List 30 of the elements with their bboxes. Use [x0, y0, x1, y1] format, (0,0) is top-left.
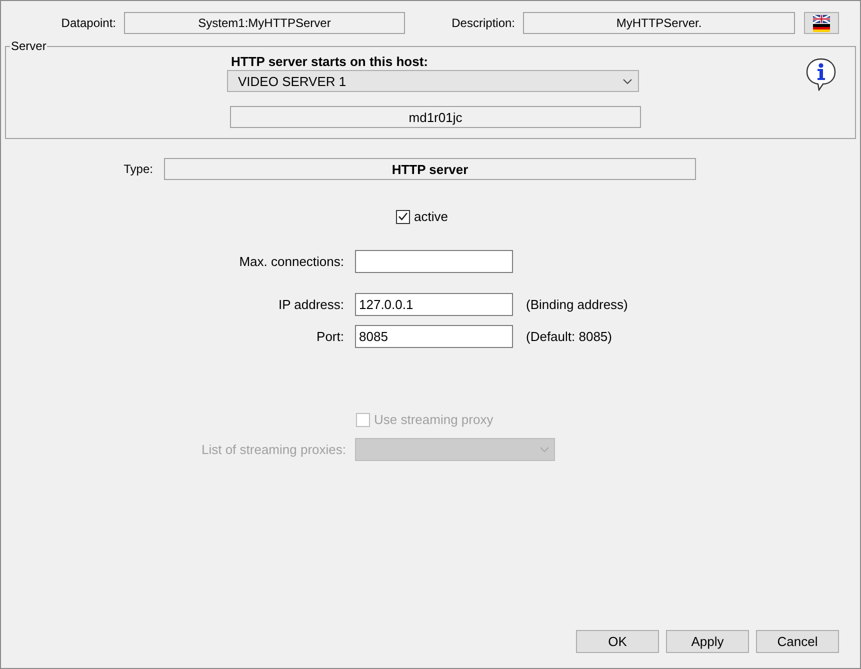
info-icon — [805, 57, 837, 91]
flags-icon — [813, 14, 830, 32]
field-label: Description: — [450, 16, 515, 30]
host-label: HTTP server starts on this host: — [230, 54, 429, 69]
field-label: Max. connections: — [238, 254, 344, 269]
checkbox-label: Use streaming proxy — [374, 412, 494, 427]
hint-text: (Default: 8085) — [526, 329, 612, 344]
field-label: Datapoint: — [60, 16, 116, 30]
language-button[interactable] — [804, 12, 839, 34]
hostname-field: md1r01jc — [230, 106, 641, 128]
input-field[interactable]: 127.0.0.1 — [355, 293, 513, 316]
host-dropdown[interactable]: VIDEO SERVER 1 — [227, 70, 639, 92]
caret-icon — [540, 447, 549, 452]
caret-icon — [623, 78, 632, 84]
description-field: MyHTTPServer. — [523, 12, 795, 34]
hint-text: (Binding address) — [526, 297, 628, 312]
checkbox[interactable] — [396, 210, 410, 224]
field-label: IP address: — [277, 297, 344, 312]
group-title: Server — [10, 39, 48, 53]
field-label: Type: — [122, 162, 153, 176]
dialog-button[interactable]: Apply — [666, 630, 749, 653]
type-field: HTTP server — [164, 158, 696, 180]
input-field[interactable] — [355, 250, 513, 273]
dialog-button[interactable]: Cancel — [756, 630, 839, 653]
field-label: List of streaming proxies: — [200, 442, 346, 457]
checkbox-label: active — [414, 209, 448, 224]
datapoint-field: System1:MyHTTPServer — [124, 12, 405, 34]
input-field[interactable]: 8085 — [355, 325, 513, 348]
field-label: Port: — [316, 329, 344, 344]
dialog-button[interactable]: OK — [576, 630, 659, 653]
